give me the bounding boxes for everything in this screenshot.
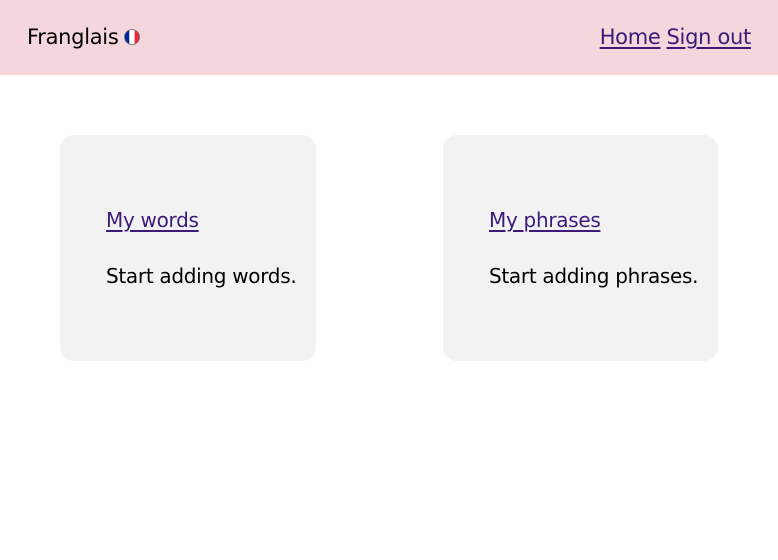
words-empty-message: Start adding words. xyxy=(106,264,297,288)
words-card: My words Start adding words. xyxy=(60,135,316,361)
home-link[interactable]: Home xyxy=(600,22,661,52)
sign-out-link[interactable]: Sign out xyxy=(667,22,752,52)
brand-name: Franglais xyxy=(27,25,119,49)
phrases-card: My phrases Start adding phrases. xyxy=(443,135,718,361)
brand: Franglais xyxy=(27,22,141,52)
main-nav: Home Sign out xyxy=(600,22,752,52)
my-words-link[interactable]: My words xyxy=(106,205,199,235)
french-flag-icon xyxy=(124,29,141,45)
top-nav-bar: Franglais Home Sign out xyxy=(0,0,778,75)
my-phrases-link[interactable]: My phrases xyxy=(489,205,601,235)
phrases-empty-message: Start adding phrases. xyxy=(489,264,699,288)
